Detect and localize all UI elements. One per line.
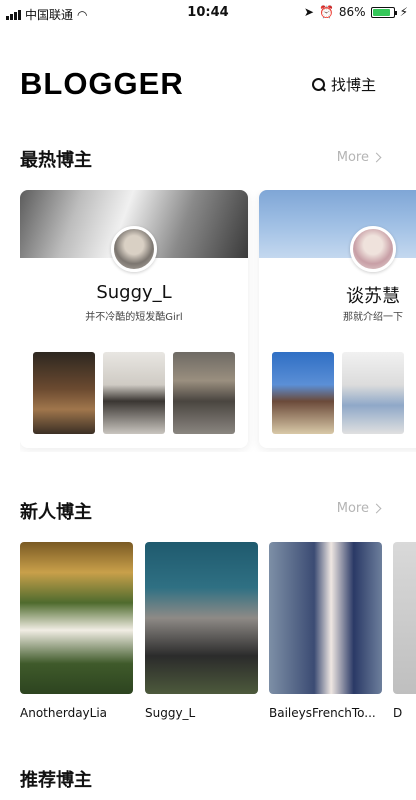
blogger-name: AnotherdayLia [20,706,108,720]
thumbnail-image[interactable] [103,352,165,434]
blogger-name: 谈苏慧 [346,286,400,307]
new-more-button[interactable]: More [336,501,382,516]
avatar[interactable] [111,226,157,272]
blogger-desc: 并不冷酷的短发酷Girl [85,312,183,323]
new-section-title: 新人博主 [20,502,92,523]
status-right: ➤ ⏰ 86% ⚡ [304,5,408,19]
recommend-section-title: 推荐博主 [20,770,92,791]
new-blogger-item[interactable]: AnotherdayLia [20,542,133,720]
page-title: BLOGGER [20,66,184,101]
search-icon [311,77,326,92]
hot-section-title: 最热博主 [20,150,92,171]
blogger-photo [20,542,133,694]
battery-icon [370,6,397,18]
blogger-name: BaileysFrenchTo... [269,706,376,720]
blogger-card[interactable]: Suggy_L 并不冷酷的短发酷Girl [20,190,248,448]
blogger-photo [393,542,416,694]
blogger-desc: 那就介绍一下 [343,312,403,323]
hot-blogger-carousel[interactable]: Suggy_L 并不冷酷的短发酷Girl 谈苏慧 那就介绍一下 [20,190,416,452]
new-blogger-item[interactable]: BaileysFrenchTo... [269,542,382,720]
blogger-thumbnails [33,352,235,434]
status-bar: 中国联通 ◠ 10:44 ➤ ⏰ 86% ⚡ [0,0,416,26]
thumbnail-image[interactable] [33,352,95,434]
blogger-name: D [393,706,403,720]
location-icon: ➤ [303,5,314,19]
thumbnail-image[interactable] [173,352,235,434]
thumbnail-image[interactable] [342,352,404,434]
blogger-name: Suggy_L [145,706,196,720]
blogger-photo [145,542,258,694]
chevron-right-icon [371,503,382,514]
blogger-card[interactable]: 谈苏慧 那就介绍一下 [259,190,416,448]
find-blogger-label: 找博主 [330,76,376,94]
charging-icon: ⚡ [399,5,408,19]
alarm-icon: ⏰ [318,5,334,19]
new-blogger-item[interactable]: Suggy_L [145,542,258,720]
blogger-thumbnails [272,352,404,434]
blogger-photo [269,542,382,694]
avatar[interactable] [350,226,396,272]
new-blogger-carousel[interactable]: AnotherdayLia Suggy_L BaileysFrenchTo...… [20,542,416,727]
find-blogger-button[interactable]: 找博主 [311,74,376,95]
new-blogger-item[interactable]: D [393,542,416,720]
hot-more-button[interactable]: More [336,150,382,165]
blogger-name: Suggy_L [96,282,172,303]
thumbnail-image[interactable] [272,352,334,434]
battery-percent: 86% [338,5,366,19]
hot-more-label: More [336,150,369,165]
chevron-right-icon [371,152,382,163]
new-more-label: More [336,501,369,516]
